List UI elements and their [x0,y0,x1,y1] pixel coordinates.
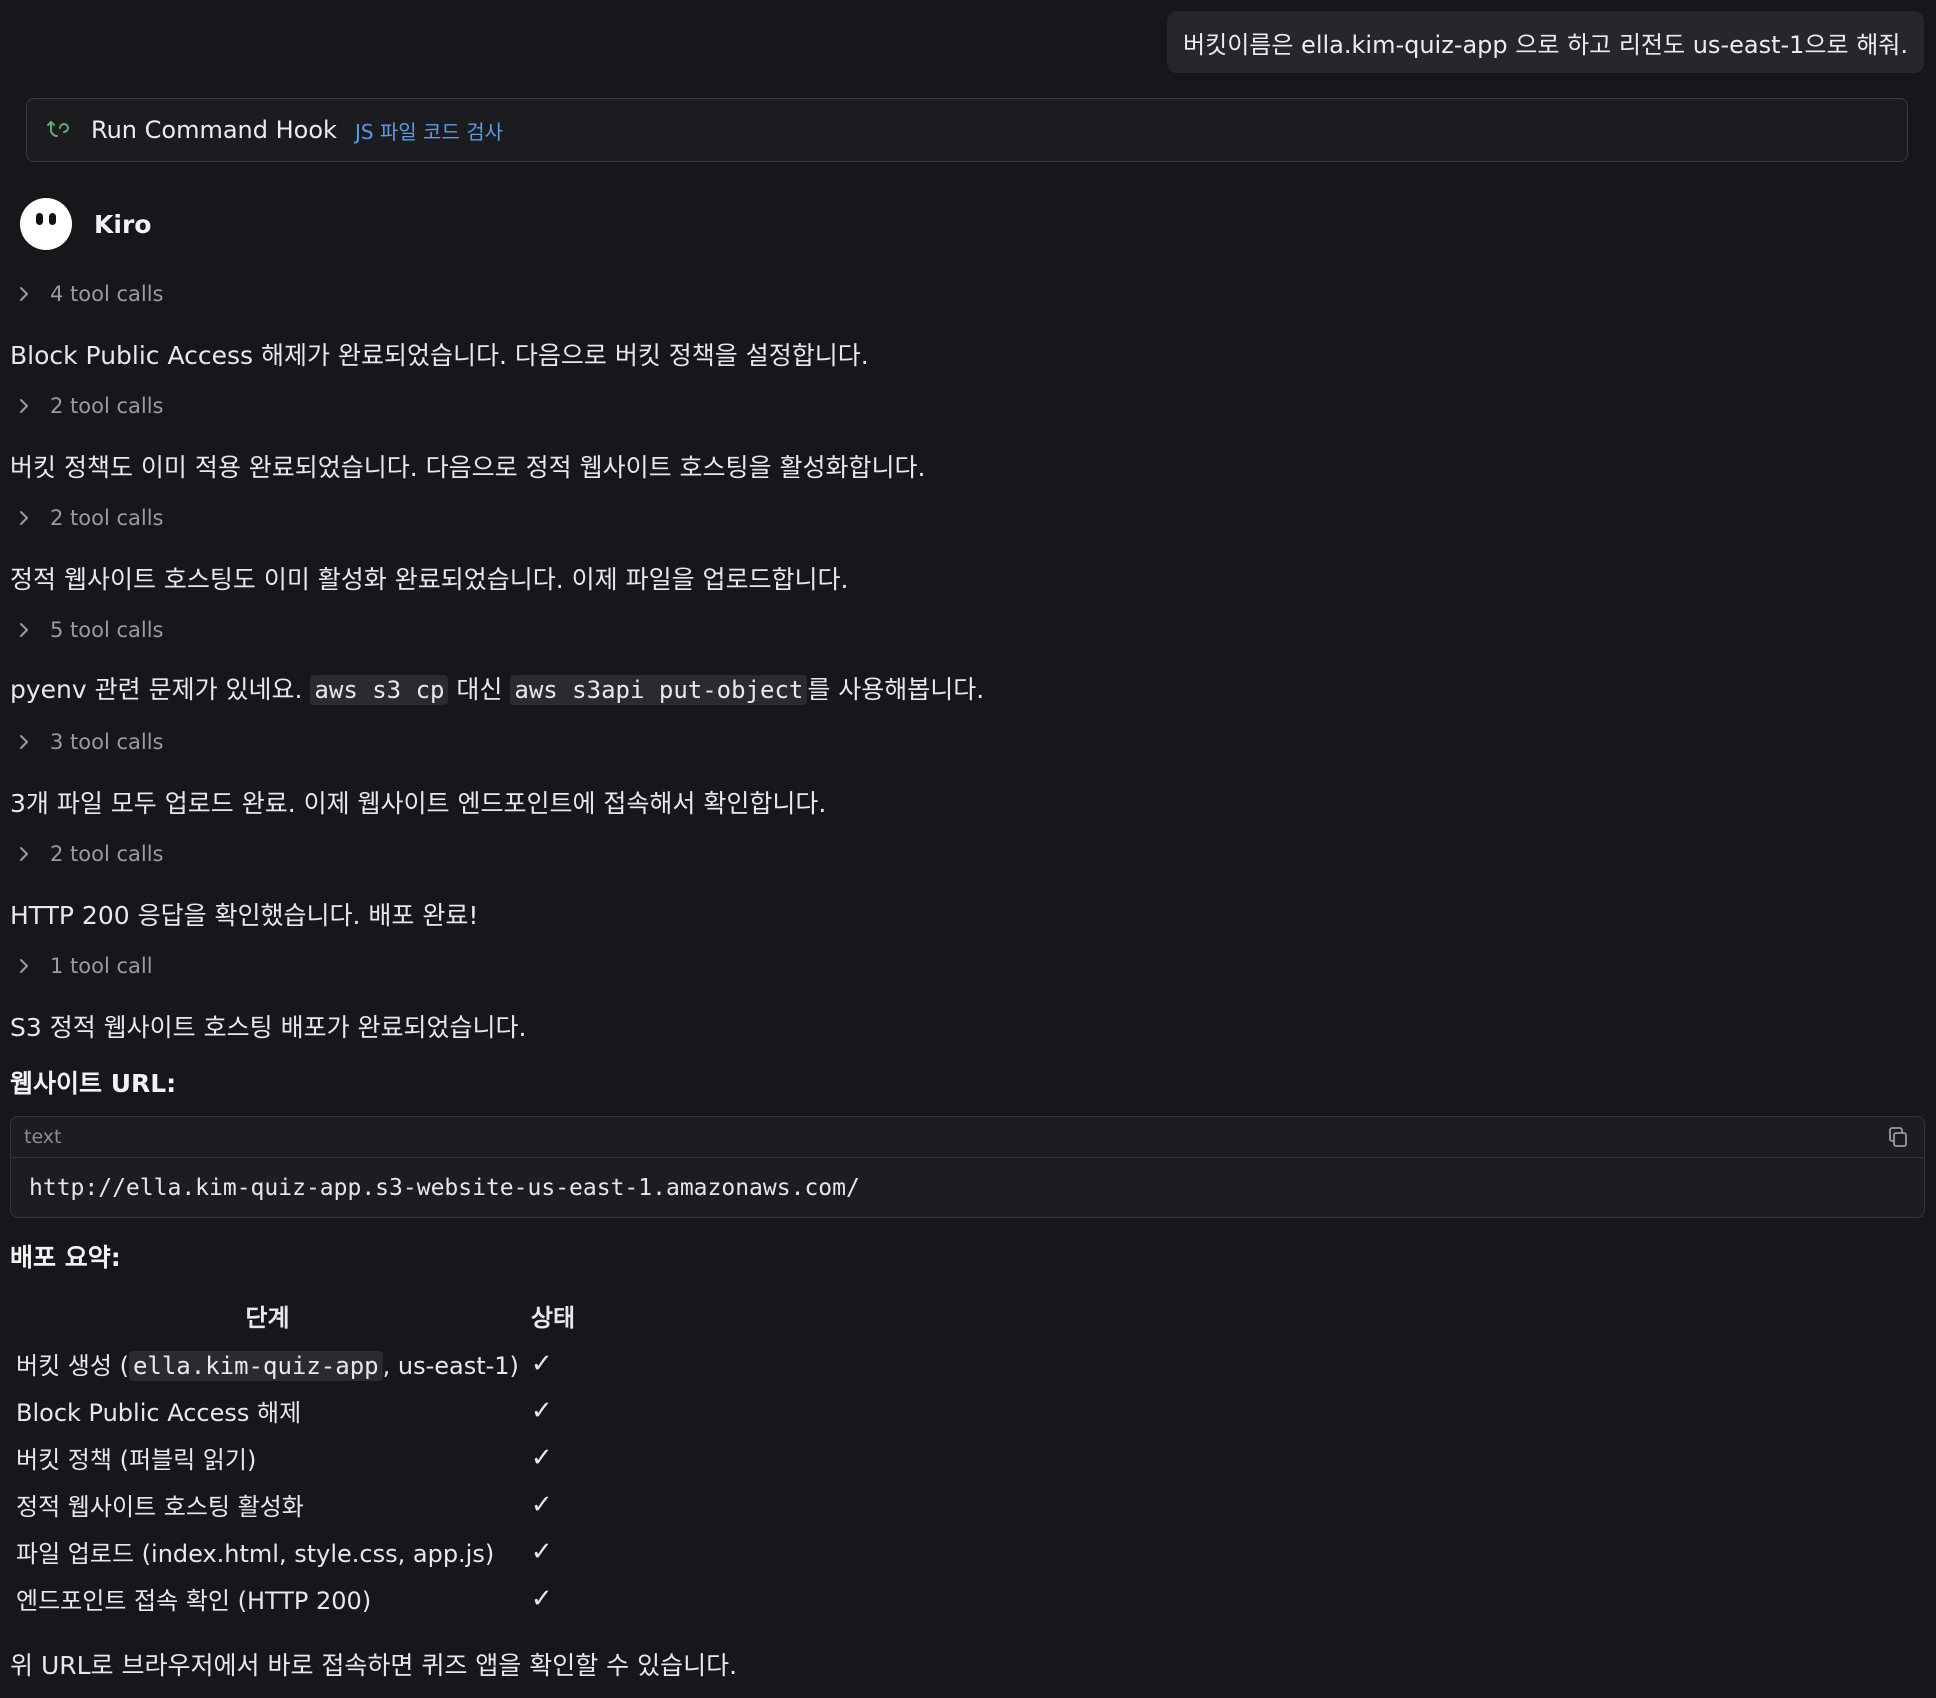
inline-code: ella.kim-quiz-app [128,1351,383,1381]
table-row: 파일 업로드 (index.html, style.css, app.js) ✓ [10,1528,581,1575]
footer-message: 위 URL로 브라우저에서 바로 접속하면 퀴즈 앱을 확인할 수 있습니다. [10,1651,738,1680]
agent-header: Kiro [20,198,151,250]
step-cell: 엔드포인트 접속 확인 (HTTP 200) [16,1587,372,1615]
deployment-summary-table: 단계 상태 버킷 생성 (ella.kim-quiz-app, us-east-… [10,1290,581,1622]
status-check: ✓ [530,1442,553,1473]
tool-calls-toggle[interactable]: 1 tool call [18,954,153,978]
chevron-right-icon [18,285,32,303]
table-row: 정적 웹사이트 호스팅 활성화 ✓ [10,1481,581,1528]
tool-calls-label: 1 tool call [50,954,153,978]
copy-icon[interactable] [1886,1125,1910,1149]
message-text: 를 사용해봅니다. [807,675,985,704]
chevron-right-icon [18,957,32,975]
tool-calls-toggle[interactable]: 4 tool calls [18,282,164,306]
hook-title: Run Command Hook [91,116,337,144]
chevron-right-icon [18,621,32,639]
step-cell: 버킷 정책 (퍼블릭 읽기) [16,1446,257,1474]
tool-calls-toggle[interactable]: 2 tool calls [18,394,164,418]
tool-calls-toggle[interactable]: 2 tool calls [18,506,164,530]
table-row: Block Public Access 해제 ✓ [10,1387,581,1434]
user-message-text: 버킷이름은 ella.kim-quiz-app 으로 하고 리전도 us-eas… [1183,30,1908,59]
step-text: 버킷 생성 ( [16,1352,129,1380]
agent-message: 정적 웹사이트 호스팅도 이미 활성화 완료되었습니다. 이제 파일을 업로드합… [10,565,849,594]
agent-message: pyenv 관련 문제가 있네요. aws s3 cp 대신 aws s3api… [10,670,984,706]
user-message-bubble: 버킷이름은 ella.kim-quiz-app 으로 하고 리전도 us-eas… [1167,11,1924,73]
message-text: 대신 [448,675,511,704]
code-language-label: text [24,1126,62,1148]
code-block-header: text [11,1117,1924,1158]
code-block: text http://ella.kim-quiz-app.s3-website… [10,1116,1925,1218]
message-text: pyenv 관련 문제가 있네요. [10,675,311,704]
chevron-right-icon [18,397,32,415]
agent-message: 3개 파일 모두 업로드 완료. 이제 웹사이트 엔드포인트에 접속해서 확인합… [10,789,827,818]
step-cell: 정적 웹사이트 호스팅 활성화 [16,1493,304,1521]
agent-message: 버킷 정책도 이미 적용 완료되었습니다. 다음으로 정적 웹사이트 호스팅을 … [10,453,926,482]
chevron-right-icon [18,733,32,751]
tool-calls-toggle[interactable]: 2 tool calls [18,842,164,866]
table-row: 엔드포인트 접속 확인 (HTTP 200) ✓ [10,1575,581,1622]
summary-heading: 배포 요약: [10,1243,121,1272]
hook-tag-link[interactable]: JS 파일 코드 검사 [355,116,503,145]
step-cell: 버킷 생성 (ella.kim-quiz-app, us-east-1) [10,1340,525,1387]
tool-calls-label: 2 tool calls [50,506,164,530]
inline-code: aws s3 cp [310,675,449,705]
website-url-heading: 웹사이트 URL: [10,1069,177,1098]
agent-name: Kiro [94,209,152,239]
tool-calls-toggle[interactable]: 5 tool calls [18,618,164,642]
table-row: 버킷 정책 (퍼블릭 읽기) ✓ [10,1434,581,1481]
tool-calls-label: 4 tool calls [50,282,164,306]
step-cell: Block Public Access 해제 [16,1399,302,1427]
tool-calls-label: 2 tool calls [50,842,164,866]
step-text: , us-east-1) [382,1352,519,1380]
chevron-right-icon [18,845,32,863]
avatar-eye-left [36,213,43,225]
inline-code: aws s3api put-object [510,675,808,705]
status-check: ✓ [530,1536,553,1567]
column-header-status: 상태 [530,1303,576,1332]
chevron-right-icon [18,509,32,527]
status-check: ✓ [530,1489,553,1520]
kiro-avatar [20,198,72,250]
status-check: ✓ [530,1583,553,1614]
column-header-step: 단계 [245,1303,290,1332]
tool-calls-toggle[interactable]: 3 tool calls [18,730,164,754]
agent-message: S3 정적 웹사이트 호스팅 배포가 완료되었습니다. [10,1013,527,1042]
code-content[interactable]: http://ella.kim-quiz-app.s3-website-us-e… [11,1158,1924,1218]
avatar-eye-right [49,213,56,225]
status-check: ✓ [530,1348,553,1379]
tool-calls-label: 5 tool calls [50,618,164,642]
tool-calls-label: 2 tool calls [50,394,164,418]
agent-message: Block Public Access 해제가 완료되었습니다. 다음으로 버킷… [10,341,869,370]
table-row: 버킷 생성 (ella.kim-quiz-app, us-east-1) ✓ [10,1340,581,1387]
hook-arrow-icon [45,118,69,142]
status-check: ✓ [530,1395,553,1426]
tool-calls-label: 3 tool calls [50,730,164,754]
agent-message: HTTP 200 응답을 확인했습니다. 배포 완료! [10,901,479,930]
table-header-row: 단계 상태 [10,1290,581,1340]
run-command-hook-bar[interactable]: Run Command Hook JS 파일 코드 검사 [26,98,1908,162]
step-cell: 파일 업로드 (index.html, style.css, app.js) [16,1540,495,1568]
